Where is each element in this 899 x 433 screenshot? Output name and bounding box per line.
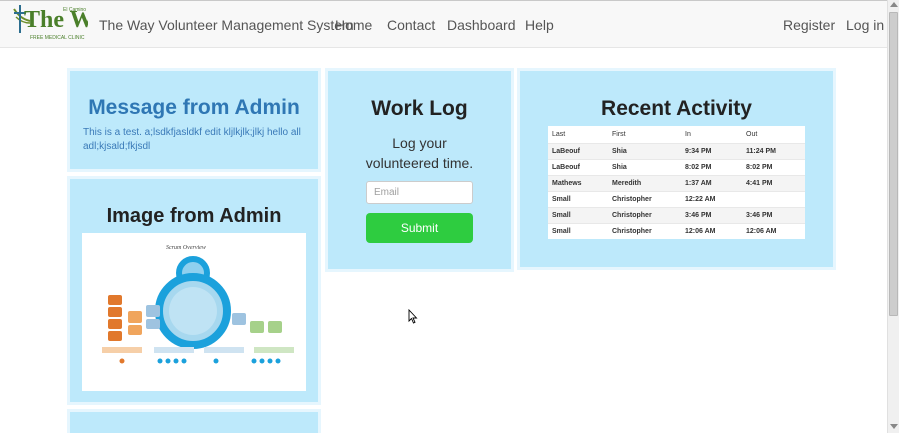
cell-in: 8:02 PM bbox=[681, 158, 742, 175]
cell-last: Small bbox=[548, 206, 608, 223]
nav-contact[interactable]: Contact bbox=[387, 17, 435, 33]
cell-out: 4:41 PM bbox=[742, 174, 805, 191]
image-title: Image from Admin bbox=[106, 205, 282, 227]
cell-first: Meredith bbox=[608, 174, 681, 191]
email-field[interactable] bbox=[366, 181, 473, 204]
cell-last: Small bbox=[548, 190, 608, 207]
bottom-panel bbox=[67, 409, 321, 433]
cell-out: 3:46 PM bbox=[742, 206, 805, 223]
cell-out: 8:02 PM bbox=[742, 158, 805, 175]
cell-first: Christopher bbox=[608, 222, 681, 239]
col-in: In bbox=[681, 126, 742, 143]
scroll-down-arrow-icon[interactable] bbox=[890, 424, 898, 429]
cell-out: 12:06 AM bbox=[742, 222, 805, 239]
worklog-panel: Work Log Log your volunteered time. Subm… bbox=[325, 68, 514, 272]
activity-title: Recent Activity bbox=[601, 97, 752, 120]
nav-register[interactable]: Register bbox=[783, 17, 835, 33]
logo-tag: El Camino bbox=[63, 7, 86, 13]
activity-panel: Recent Activity Last First In Out LaBeou… bbox=[517, 68, 836, 270]
page: The Way FREE MEDICAL CLINIC El Camino Th… bbox=[0, 0, 899, 433]
scrum-diagram: Scrum Overview bbox=[102, 245, 294, 364]
logo-subtext: FREE MEDICAL CLINIC bbox=[30, 35, 85, 41]
cell-first: Christopher bbox=[608, 190, 681, 207]
brand-title[interactable]: The Way Volunteer Management System bbox=[99, 17, 354, 33]
scroll-thumb[interactable] bbox=[889, 12, 898, 316]
mouse-cursor-icon bbox=[408, 309, 418, 324]
nav-login[interactable]: Log in bbox=[846, 17, 884, 33]
nav-dashboard[interactable]: Dashboard bbox=[447, 17, 516, 33]
cell-last: Mathews bbox=[548, 174, 608, 191]
navbar: The Way FREE MEDICAL CLINIC El Camino Th… bbox=[0, 0, 887, 48]
cell-in: 1:37 AM bbox=[681, 174, 742, 191]
cell-last: LaBeouf bbox=[548, 142, 608, 159]
table-row: Mathews Meredith 1:37 AM 4:41 PM bbox=[548, 174, 805, 191]
cell-in: 12:22 AM bbox=[681, 190, 742, 207]
message-body: This is a test. a;lsdkfjasldkf edit kljl… bbox=[83, 127, 301, 152]
cell-out: 11:24 PM bbox=[742, 142, 805, 159]
worklog-subtitle-line2: volunteered time. bbox=[365, 155, 474, 171]
table-row: LaBeouf Shia 8:02 PM 8:02 PM bbox=[548, 158, 805, 175]
table-row: Small Christopher 12:22 AM bbox=[548, 190, 805, 207]
worklog-subtitle: Log your volunteered time. bbox=[328, 133, 511, 173]
table-row: LaBeouf Shia 9:34 PM 11:24 PM bbox=[548, 142, 805, 159]
nav-home[interactable]: Home bbox=[335, 17, 372, 33]
col-first: First bbox=[608, 126, 681, 143]
scrum-caption: Scrum Overview bbox=[166, 245, 206, 251]
col-out: Out bbox=[742, 126, 805, 143]
table-row: Small Christopher 12:06 AM 12:06 AM bbox=[548, 222, 805, 239]
cell-in: 12:06 AM bbox=[681, 222, 742, 239]
cell-in: 3:46 PM bbox=[681, 206, 742, 223]
vertical-scrollbar[interactable] bbox=[887, 0, 899, 433]
submit-button[interactable]: Submit bbox=[366, 213, 473, 243]
worklog-title: Work Log bbox=[371, 97, 468, 120]
table-row: Small Christopher 3:46 PM 3:46 PM bbox=[548, 206, 805, 223]
col-last: Last bbox=[548, 126, 608, 143]
table-header-row: Last First In Out bbox=[548, 126, 805, 143]
cell-last: Small bbox=[548, 222, 608, 239]
worklog-subtitle-line1: Log your bbox=[392, 135, 447, 151]
clinic-logo[interactable]: The Way FREE MEDICAL CLINIC El Camino bbox=[8, 3, 116, 45]
activity-table: Last First In Out LaBeouf Shia 9:34 PM 1… bbox=[548, 126, 805, 239]
cell-first: Christopher bbox=[608, 206, 681, 223]
cell-first: Shia bbox=[608, 142, 681, 159]
nav-help[interactable]: Help bbox=[525, 17, 554, 33]
cell-out bbox=[742, 190, 805, 207]
cell-last: LaBeouf bbox=[548, 158, 608, 175]
cell-first: Shia bbox=[608, 158, 681, 175]
scrum-overview-image: Scrum Overview bbox=[82, 233, 306, 391]
message-title: Message from Admin bbox=[88, 96, 300, 119]
message-panel: Message from Admin This is a test. a;lsd… bbox=[67, 68, 321, 172]
cell-in: 9:34 PM bbox=[681, 142, 742, 159]
image-panel: Image from Admin Scrum Overview bbox=[67, 176, 321, 405]
scroll-up-arrow-icon[interactable] bbox=[890, 2, 898, 7]
logo-graphic: The Way FREE MEDICAL CLINIC El Camino bbox=[13, 5, 116, 41]
